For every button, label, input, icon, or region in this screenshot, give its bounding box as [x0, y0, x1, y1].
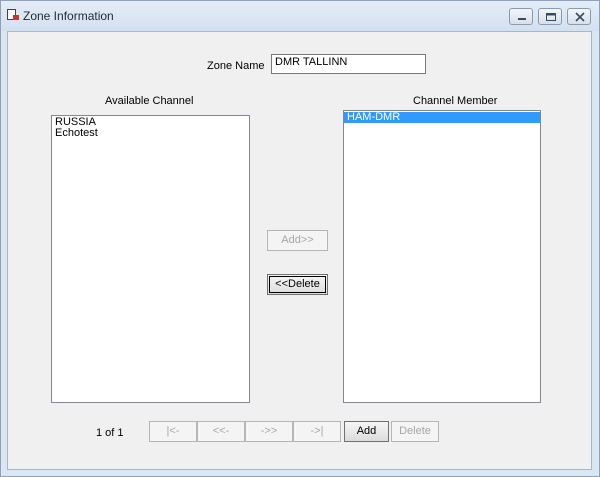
close-icon: [575, 12, 585, 22]
list-item[interactable]: Echotest: [52, 128, 249, 139]
maximize-button[interactable]: [538, 8, 562, 25]
available-channel-list[interactable]: RUSSIA Echotest: [51, 115, 250, 403]
delete-transfer-button[interactable]: <<Delete: [267, 274, 328, 295]
minimize-button[interactable]: [509, 8, 533, 25]
available-channel-label: Available Channel: [105, 95, 194, 107]
channel-member-list[interactable]: HAM-DMR: [343, 110, 541, 403]
dialog-body: Zone Name DMR TALLINN Available Channel …: [7, 31, 592, 470]
zone-name-label: Zone Name: [207, 60, 265, 72]
add-transfer-button[interactable]: Add>>: [267, 230, 328, 251]
zone-information-window: Zone Information Zone Name DMR TALLINN A…: [0, 0, 600, 477]
last-record-button[interactable]: ->|: [293, 421, 341, 442]
first-record-button[interactable]: |<-: [149, 421, 197, 442]
previous-record-button[interactable]: <<-: [197, 421, 245, 442]
close-button[interactable]: [567, 8, 591, 25]
list-item[interactable]: HAM-DMR: [344, 112, 540, 123]
add-button[interactable]: Add: [344, 421, 389, 442]
delete-button[interactable]: Delete: [391, 421, 439, 442]
window-title: Zone Information: [23, 9, 114, 23]
next-record-button[interactable]: ->>: [245, 421, 293, 442]
maximize-icon: [546, 13, 556, 21]
title-bar[interactable]: Zone Information: [1, 1, 599, 31]
zone-name-input[interactable]: DMR TALLINN: [271, 54, 426, 74]
page-counter: 1 of 1: [96, 427, 124, 439]
app-icon: [7, 9, 19, 20]
minimize-icon: [518, 18, 526, 20]
channel-member-label: Channel Member: [413, 95, 498, 107]
